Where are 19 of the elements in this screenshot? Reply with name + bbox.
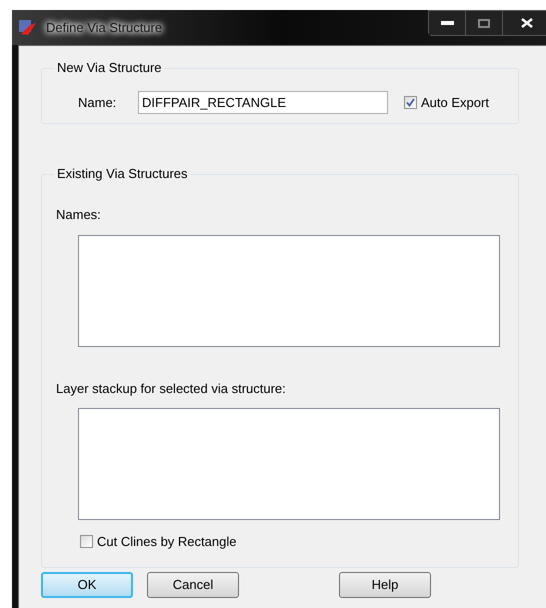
checkbox[interactable] xyxy=(404,96,417,109)
dialog-button[interactable]: Cancel xyxy=(147,572,239,598)
close-icon xyxy=(521,18,533,28)
dialog-button[interactable]: OK xyxy=(41,572,133,598)
checkbox[interactable] xyxy=(80,535,93,548)
app-icon xyxy=(18,18,38,36)
field-label: Name: xyxy=(78,94,118,112)
checkbox-label: Cut Clines by Rectangle xyxy=(97,533,236,551)
checkmark-icon xyxy=(406,98,415,107)
layer-stackup-list[interactable] xyxy=(78,408,500,520)
close-button[interactable] xyxy=(503,11,546,35)
maximize-button[interactable] xyxy=(466,11,503,35)
checkbox-label: Auto Export xyxy=(421,94,489,112)
dialog-button[interactable]: Help xyxy=(339,572,431,598)
name-field[interactable]: DIFFPAIR_RECTANGLE xyxy=(138,91,388,114)
group-title: Existing Via Structures xyxy=(54,166,191,182)
field-label: Layer stackup for selected via structure: xyxy=(56,380,287,398)
field-label: Names: xyxy=(56,206,102,224)
minimize-button[interactable] xyxy=(429,11,466,35)
